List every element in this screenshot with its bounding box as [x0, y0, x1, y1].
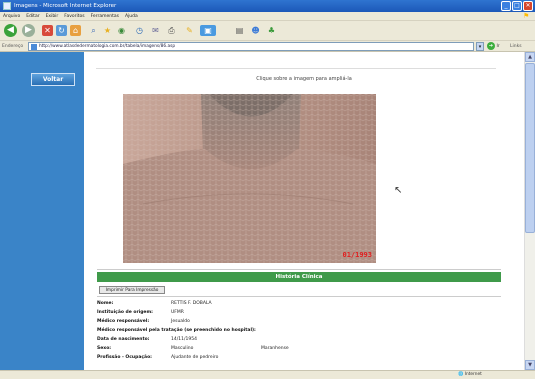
- info-row: Profissão - Ocupação: Ajudante de pedreir…: [97, 354, 218, 361]
- vertical-scrollbar[interactable]: ▲ ▼: [524, 52, 535, 370]
- info-value: RETTIS F. DOBALA: [171, 301, 212, 306]
- title-bar: Imagens - Microsoft Internet Explorer _ …: [0, 0, 535, 12]
- research-icon[interactable]: ♣: [266, 25, 277, 36]
- info-row: Instituição de origem: UFMR: [97, 309, 184, 316]
- minimize-button[interactable]: _: [501, 1, 511, 11]
- menu-help[interactable]: Ajuda: [125, 12, 138, 20]
- address-url: http://www.atlasdedermatologia.com.br/ta…: [39, 44, 176, 49]
- info-value: Jesualdo: [171, 319, 190, 324]
- maximize-button[interactable]: □: [512, 1, 522, 11]
- mail-icon[interactable]: ✉: [150, 25, 161, 36]
- info-label: Profissão - Ocupação:: [97, 355, 152, 360]
- folder-icon[interactable]: ▣: [200, 25, 216, 36]
- info-row: Sexo: Masculino Maranhense: [97, 345, 289, 352]
- address-bar: Endereço http://www.atlasdedermatologia.…: [0, 41, 535, 52]
- info-label: Médico responsável:: [97, 319, 150, 324]
- toolbar: ◀ ▶ ✕ ↻ ⌂ ⌕ ★ ◉ ◷ ✉ ⎙ ✎ ▣ ▤ ☻ ♣: [0, 21, 535, 41]
- window-controls: _ □ ✕: [501, 1, 533, 11]
- forward-arrow-icon[interactable]: ▶: [22, 24, 35, 37]
- close-button[interactable]: ✕: [523, 1, 533, 11]
- ie-app-icon: [3, 2, 11, 10]
- menu-file[interactable]: Arquivo: [3, 12, 20, 20]
- history-icon[interactable]: ◷: [134, 25, 145, 36]
- edit-icon[interactable]: ✎: [184, 25, 195, 36]
- menu-edit[interactable]: Editar: [26, 12, 39, 20]
- internet-zone: 🌐 Internet: [458, 372, 482, 377]
- left-sidebar: Voltar: [0, 52, 84, 370]
- scroll-down-arrow-icon[interactable]: ▼: [525, 360, 535, 370]
- media-icon[interactable]: ◉: [116, 25, 127, 36]
- info-row: Médico responsável: Jesualdo: [97, 318, 190, 325]
- windows-logo-icon: ⚑: [523, 12, 530, 20]
- click-hint: Clique sobre a imagem para ampliá-la: [256, 76, 352, 82]
- divider: [97, 296, 501, 297]
- address-label: Endereço: [2, 44, 24, 49]
- scroll-thumb[interactable]: [525, 63, 535, 233]
- page-icon: [31, 44, 37, 50]
- address-dropdown-button[interactable]: ▾: [476, 42, 484, 51]
- print-button[interactable]: Imprimir Para Impressão: [99, 286, 165, 294]
- info-value: Ajudante de pedreiro: [171, 355, 219, 360]
- info-label: Médico responsável pela tratação (se pre…: [97, 328, 256, 333]
- menu-tools[interactable]: Ferramentas: [91, 12, 119, 20]
- zone-label: Internet: [464, 372, 482, 377]
- favorites-star-icon[interactable]: ★: [102, 25, 113, 36]
- info-label: Sexo:: [97, 346, 112, 351]
- section-title: História Clínica: [97, 272, 501, 282]
- back-arrow-icon[interactable]: ◀: [4, 24, 17, 37]
- main-content: Clique sobre a imagem para ampliá-la 01/…: [84, 52, 524, 370]
- clinical-photo-image: [123, 94, 376, 263]
- info-value: 14/11/1954: [171, 337, 197, 342]
- menu-view[interactable]: Exibir: [46, 12, 59, 20]
- photo-date-stamp: 01/1993: [342, 251, 372, 259]
- go-arrow-icon: ➔: [487, 42, 495, 50]
- info-label: Instituição de origem:: [97, 310, 153, 315]
- window-title: Imagens - Microsoft Internet Explorer: [14, 3, 117, 9]
- stop-icon[interactable]: ✕: [42, 25, 53, 36]
- back-button[interactable]: Voltar: [31, 73, 75, 86]
- clinical-photo[interactable]: 01/1993: [123, 94, 376, 263]
- address-input[interactable]: http://www.atlasdedermatologia.com.br/ta…: [28, 42, 474, 51]
- info-label: Data de nascimento:: [97, 337, 150, 342]
- divider: [97, 269, 501, 270]
- menu-bar: Arquivo Editar Exibir Favoritos Ferramen…: [0, 12, 535, 21]
- info-extra: Maranhense: [261, 346, 289, 351]
- print-icon[interactable]: ⎙: [166, 25, 177, 36]
- refresh-icon[interactable]: ↻: [56, 25, 67, 36]
- search-icon[interactable]: ⌕: [88, 25, 99, 36]
- info-value: UFMR: [171, 310, 184, 315]
- messenger-icon[interactable]: ☻: [250, 25, 261, 36]
- links-label[interactable]: Links: [510, 41, 522, 52]
- info-value: Masculino: [171, 346, 194, 351]
- menu-favorites[interactable]: Favoritos: [64, 12, 84, 20]
- info-row: Data de nascimento: 14/11/1954: [97, 336, 197, 343]
- browser-window: Imagens - Microsoft Internet Explorer _ …: [0, 0, 535, 379]
- go-button[interactable]: ➔ Ir: [487, 42, 505, 51]
- home-icon[interactable]: ⌂: [70, 25, 81, 36]
- mouse-cursor-icon: ↖: [394, 185, 403, 196]
- info-label: Nome:: [97, 301, 114, 306]
- discuss-icon[interactable]: ▤: [234, 25, 245, 36]
- status-bar: 🌐 Internet: [0, 370, 535, 379]
- scroll-up-arrow-icon[interactable]: ▲: [525, 52, 535, 62]
- info-row: Médico responsável pela tratação (se pre…: [97, 327, 256, 334]
- go-label: Ir: [496, 44, 500, 49]
- divider: [96, 68, 496, 69]
- info-row: Nome: RETTIS F. DOBALA: [97, 300, 212, 307]
